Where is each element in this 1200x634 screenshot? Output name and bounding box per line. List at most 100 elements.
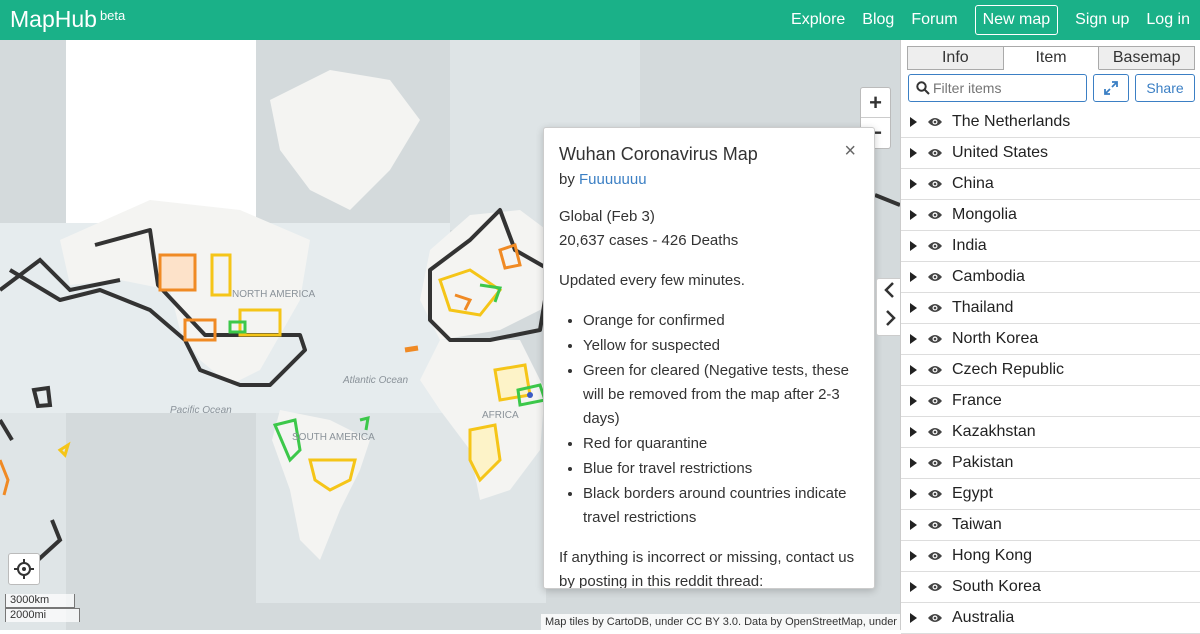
- suspected-region: [493, 363, 532, 402]
- expand-icon: [1104, 81, 1118, 95]
- share-button[interactable]: Share: [1135, 74, 1195, 102]
- zoom-in-button[interactable]: +: [861, 88, 890, 118]
- travel-restriction-marker: [527, 392, 533, 398]
- eye-icon[interactable]: [927, 550, 943, 562]
- legend-item: Black borders around countries indicate …: [583, 482, 859, 530]
- crosshair-icon: [14, 559, 34, 579]
- tab-item[interactable]: Item: [1003, 46, 1100, 70]
- eye-icon[interactable]: [927, 302, 943, 314]
- legend-item: Blue for travel restrictions: [583, 457, 859, 481]
- scale-km: 3000km: [5, 594, 75, 608]
- popup-stats: Global (Feb 3) 20,637 cases - 426 Deaths: [559, 205, 859, 253]
- eye-icon[interactable]: [927, 240, 943, 252]
- label-south-america: SOUTH AMERICA: [292, 432, 375, 443]
- map-info-popup: × Wuhan Coronavirus Map by Fuuuuuuu Glob…: [543, 127, 875, 589]
- list-item[interactable]: Australia: [901, 603, 1200, 634]
- expand-triangle-icon[interactable]: [910, 210, 917, 220]
- eye-icon[interactable]: [927, 426, 943, 438]
- expand-triangle-icon[interactable]: [910, 241, 917, 251]
- brand-logo[interactable]: MapHub beta: [10, 6, 125, 33]
- list-item[interactable]: Taiwan: [901, 510, 1200, 541]
- list-item[interactable]: France: [901, 386, 1200, 417]
- eye-icon[interactable]: [927, 519, 943, 531]
- list-item-label: Pakistan: [952, 454, 1014, 471]
- list-item[interactable]: Thailand: [901, 293, 1200, 324]
- collapse-left-button[interactable]: [877, 279, 902, 307]
- brand-name[interactable]: MapHub: [10, 6, 97, 32]
- popup-stats-counts: 20,637 cases - 426 Deaths: [559, 232, 739, 249]
- eye-icon[interactable]: [927, 581, 943, 593]
- tab-basemap[interactable]: Basemap: [1099, 46, 1196, 70]
- list-item[interactable]: Cambodia: [901, 262, 1200, 293]
- brand-suffix: beta: [99, 8, 126, 23]
- nav-forum[interactable]: Forum: [911, 11, 957, 29]
- expand-triangle-icon[interactable]: [910, 365, 917, 375]
- eye-icon[interactable]: [927, 612, 943, 624]
- sidebar-toggle-group: [876, 278, 902, 336]
- expand-triangle-icon[interactable]: [910, 179, 917, 189]
- popup-updated-note: Updated every few minutes.: [559, 272, 745, 289]
- list-item[interactable]: United States: [901, 138, 1200, 169]
- filter-items-input[interactable]: [933, 75, 1083, 101]
- list-item[interactable]: India: [901, 231, 1200, 262]
- eye-icon[interactable]: [927, 116, 943, 128]
- expand-triangle-icon[interactable]: [910, 272, 917, 282]
- expand-triangle-icon[interactable]: [910, 613, 917, 623]
- confirmed-region: [158, 253, 197, 292]
- list-item[interactable]: Czech Republic: [901, 355, 1200, 386]
- list-item-label: Hong Kong: [952, 547, 1033, 564]
- list-item[interactable]: The Netherlands: [901, 107, 1200, 138]
- list-item[interactable]: North Korea: [901, 324, 1200, 355]
- eye-icon[interactable]: [927, 364, 943, 376]
- popup-author-link[interactable]: Fuuuuuuu: [579, 171, 647, 188]
- expand-triangle-icon[interactable]: [910, 582, 917, 592]
- legend-item: Green for cleared (Negative tests, these…: [583, 359, 859, 431]
- expand-triangle-icon[interactable]: [910, 458, 917, 468]
- eye-icon[interactable]: [927, 178, 943, 190]
- expand-triangle-icon[interactable]: [910, 427, 917, 437]
- expand-triangle-icon[interactable]: [910, 117, 917, 127]
- expand-triangle-icon[interactable]: [910, 303, 917, 313]
- expand-triangle-icon[interactable]: [910, 334, 917, 344]
- list-item-label: Taiwan: [952, 516, 1002, 533]
- list-item-label: Egypt: [952, 485, 993, 502]
- nav-log-in[interactable]: Log in: [1146, 11, 1190, 29]
- eye-icon[interactable]: [927, 271, 943, 283]
- expand-triangle-icon[interactable]: [910, 520, 917, 530]
- popup-title: Wuhan Coronavirus Map: [559, 144, 758, 164]
- list-item[interactable]: Hong Kong: [901, 541, 1200, 572]
- list-item[interactable]: South Korea: [901, 572, 1200, 603]
- list-item-label: The Netherlands: [952, 113, 1071, 130]
- nav-sign-up[interactable]: Sign up: [1075, 11, 1129, 29]
- expand-triangle-icon[interactable]: [910, 396, 917, 406]
- list-item[interactable]: Mongolia: [901, 200, 1200, 231]
- list-item[interactable]: Kazakhstan: [901, 417, 1200, 448]
- nav-blog[interactable]: Blog: [862, 11, 894, 29]
- sidebar-tabs: Info Item Basemap: [907, 46, 1196, 70]
- sidebar: Info Item Basemap Share The Netherlands U…: [900, 40, 1200, 634]
- top-nav: Explore Blog Forum New map Sign up Log i…: [774, 0, 1190, 40]
- eye-icon[interactable]: [927, 209, 943, 221]
- legend-item: Yellow for suspected: [583, 334, 859, 358]
- legend-item: Orange for confirmed: [583, 309, 859, 333]
- locate-button[interactable]: [8, 553, 40, 585]
- collapse-right-button[interactable]: [877, 307, 902, 335]
- list-item[interactable]: China: [901, 169, 1200, 200]
- eye-icon[interactable]: [927, 395, 943, 407]
- tab-info[interactable]: Info: [907, 46, 1004, 70]
- label-pacific-ocean: Pacific Ocean: [170, 405, 232, 416]
- list-item[interactable]: Pakistan: [901, 448, 1200, 479]
- filter-box: [908, 74, 1087, 102]
- nav-new-map-button[interactable]: New map: [974, 5, 1059, 35]
- eye-icon[interactable]: [927, 147, 943, 159]
- expand-triangle-icon[interactable]: [910, 551, 917, 561]
- eye-icon[interactable]: [927, 333, 943, 345]
- list-item[interactable]: Egypt: [901, 479, 1200, 510]
- expand-triangle-icon[interactable]: [910, 489, 917, 499]
- eye-icon[interactable]: [927, 488, 943, 500]
- popup-close-button[interactable]: ×: [844, 140, 856, 163]
- nav-explore[interactable]: Explore: [791, 11, 845, 29]
- expand-triangle-icon[interactable]: [910, 148, 917, 158]
- expand-button[interactable]: [1093, 74, 1129, 102]
- eye-icon[interactable]: [927, 457, 943, 469]
